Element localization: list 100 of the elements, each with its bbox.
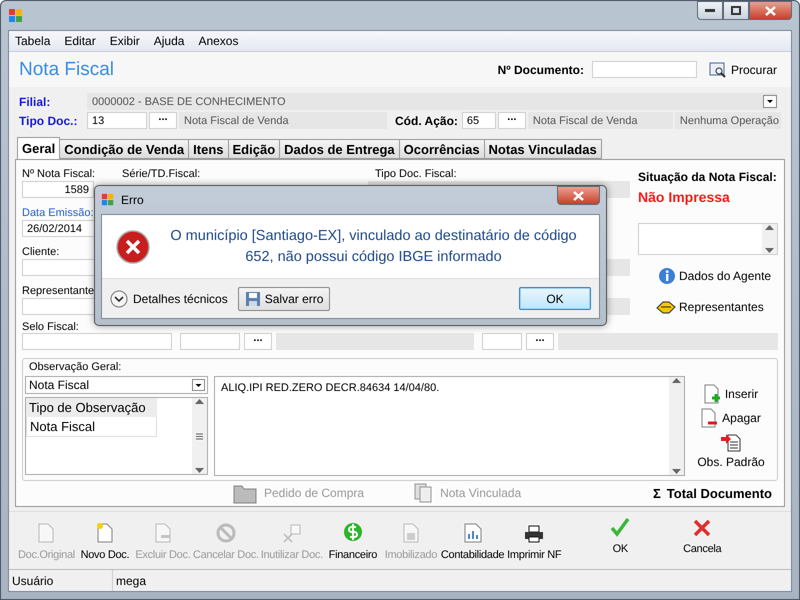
pages-icon — [414, 483, 434, 503]
tab[interactable]: Condição de Venda — [59, 139, 190, 159]
observation-text-field[interactable]: ALIQ.IPI RED.ZERO DECR.84634 14/04/80. — [214, 376, 685, 476]
search-icon — [708, 62, 727, 78]
ellipsis-button[interactable]: ... — [526, 333, 554, 350]
observation-action-button[interactable]: Obs. Padrão — [697, 432, 765, 469]
invoice-number-field[interactable]: 1589 — [22, 181, 94, 198]
menu-item[interactable]: Exibir — [110, 34, 140, 48]
tab[interactable]: Edição — [228, 139, 280, 159]
operation-field: Nenhuma Operação — [674, 112, 781, 129]
seal-field[interactable] — [22, 333, 172, 350]
remove-document-icon — [701, 408, 720, 428]
field-label: Cód. Ação: — [395, 114, 458, 128]
document-delete-icon — [154, 523, 171, 543]
status-value: mega — [115, 572, 146, 590]
close-icon — [765, 6, 776, 16]
document-icon — [38, 523, 54, 543]
toolbar-button[interactable]: Contabilidade — [440, 523, 506, 561]
new-document-icon — [96, 523, 113, 543]
field-label: Nº Nota Fiscal: — [22, 168, 96, 181]
toolbar-button[interactable]: Cancela — [673, 519, 732, 555]
field-label: Cliente: — [22, 246, 60, 259]
prohibited-icon — [216, 523, 236, 543]
code-field[interactable]: 65 — [462, 112, 496, 129]
menu-item[interactable]: Tabela — [15, 34, 50, 48]
scroll-down-icon[interactable] — [195, 467, 204, 474]
search-button[interactable]: Procurar — [704, 60, 781, 80]
tab[interactable]: Notas Vinculadas — [484, 139, 602, 159]
scroll-down-icon[interactable] — [672, 468, 681, 475]
ok-button[interactable]: OK — [519, 287, 591, 310]
scrollbar[interactable] — [762, 224, 777, 254]
printer-icon — [524, 525, 544, 543]
list-item[interactable]: Nota Fiscal — [26, 417, 157, 437]
handshake-icon — [656, 299, 676, 315]
code-field[interactable]: 13 — [87, 112, 147, 129]
total-document-button[interactable]: Σ Total Documento — [652, 486, 772, 500]
representatives-button[interactable]: Representantes — [656, 299, 778, 315]
document-number-field[interactable] — [592, 61, 697, 78]
error-icon — [116, 230, 150, 264]
save-error-button[interactable]: Salvar erro — [238, 286, 330, 310]
ellipsis-button[interactable]: ... — [149, 112, 177, 129]
chevron-down-icon — [110, 290, 128, 308]
dollar-icon — [342, 521, 363, 543]
ellipsis-button[interactable]: ... — [498, 112, 526, 129]
field-label: Selo Fiscal: — [22, 321, 79, 333]
group-label: Observação Geral: — [29, 361, 122, 374]
description-field: Nota Fiscal de Venda — [179, 112, 387, 129]
toolbar-button[interactable]: OK — [591, 517, 650, 555]
ellipsis-button[interactable]: ... — [244, 333, 272, 350]
observation-type-select[interactable]: Nota Fiscal — [25, 376, 208, 394]
observation-action-button[interactable]: Inserir — [704, 384, 758, 404]
app-logo-icon — [101, 193, 115, 207]
status-label: Usuário — [9, 570, 113, 591]
crossed-document-icon — [280, 523, 303, 543]
tab[interactable]: Ocorrências — [398, 139, 485, 159]
seal-code-field[interactable] — [180, 333, 240, 350]
scroll-thumb-icon[interactable] — [195, 432, 204, 440]
status-label: Situação da Nota Fiscal: — [638, 170, 778, 184]
toolbar-button[interactable]: Imprimir NF — [505, 525, 564, 561]
maximize-button[interactable] — [723, 1, 749, 20]
tab[interactable]: Itens — [188, 139, 229, 159]
minimize-icon — [705, 8, 715, 12]
memo-field[interactable] — [638, 223, 778, 255]
menu-item[interactable]: Anexos — [198, 34, 238, 48]
close-icon — [573, 190, 584, 200]
scroll-up-icon[interactable] — [765, 224, 774, 231]
description-field: Nota Fiscal de Venda — [528, 112, 673, 129]
checkmark-icon — [610, 517, 630, 537]
minimize-button[interactable] — [697, 1, 723, 20]
scroll-up-icon[interactable] — [195, 398, 204, 405]
toolbar-button[interactable]: Financeiro — [324, 521, 382, 561]
document-arrow-icon — [720, 432, 742, 452]
details-toggle[interactable]: Detalhes técnicos — [110, 290, 228, 308]
close-button[interactable] — [749, 1, 792, 20]
field-label: Tipo Doc. Fiscal: — [375, 168, 457, 181]
scroll-down-icon[interactable] — [765, 247, 774, 254]
seal-code-field[interactable] — [482, 333, 522, 350]
toolbar-button[interactable]: Novo Doc. — [76, 523, 134, 561]
scrollbar[interactable] — [669, 377, 684, 475]
scrollbar[interactable] — [192, 398, 207, 474]
agent-data-button[interactable]: Dados do Agente — [658, 267, 778, 285]
close-button[interactable] — [557, 186, 600, 205]
branch-select[interactable]: 0000002 - BASE DE CONHECIMENTO — [87, 93, 777, 110]
observation-action-button[interactable]: Apagar — [701, 408, 761, 428]
page-title: Nota Fiscal — [19, 58, 116, 80]
list-header: Tipo de Observação — [26, 398, 157, 417]
chart-document-icon — [464, 523, 482, 543]
field-label: Tipo Doc.: — [19, 114, 78, 128]
menu-item[interactable]: Ajuda — [154, 34, 184, 48]
field-label: Data Emissão: — [22, 207, 94, 220]
field-label: Nº Documento: — [498, 62, 584, 76]
field-label: Representante — [22, 285, 94, 298]
add-document-icon — [704, 384, 722, 404]
tab[interactable]: Dados de Entrega — [279, 139, 400, 159]
document-lock-icon — [402, 523, 419, 543]
status-value: Não Impressa — [638, 189, 731, 205]
menu-item[interactable]: Editar — [64, 34, 96, 48]
error-message: O município [Santiago-EX], vinculado ao destinatário de código 652, não possui código IBGE informado — [169, 226, 578, 266]
scroll-up-icon[interactable] — [672, 377, 681, 384]
tab[interactable]: Geral — [17, 137, 60, 159]
